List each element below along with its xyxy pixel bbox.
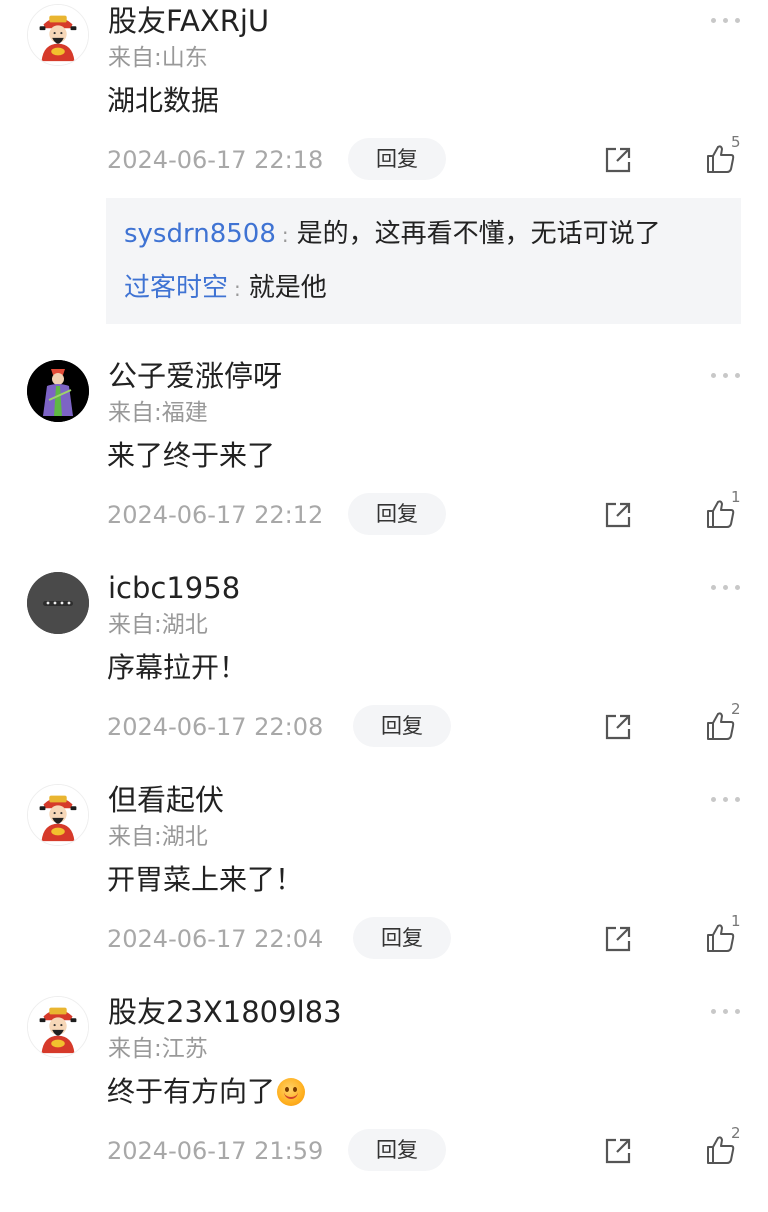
like-count: 2 [731,700,741,718]
more-options-icon[interactable] [711,796,741,804]
comment-text: 序幕拉开！ [107,651,248,684]
comment-time: 2024-06-17 21:59 [107,1137,324,1165]
more-options-icon[interactable] [711,1008,741,1016]
share-icon[interactable] [603,145,633,175]
character-avatar-icon[interactable] [27,360,89,422]
sub-reply-text: 是的，这再看不懂，无话可说了 [296,219,661,249]
like-count: 5 [731,133,741,151]
share-icon[interactable] [603,712,633,742]
comment-text: 来了终于来了 [107,439,276,472]
sub-reply: sysdrn8508: 是的，这再看不懂，无话可说了 [124,217,661,252]
sub-reply-user[interactable]: 过客时空 [124,273,228,303]
comment-item: 公子爱涨停呀 来自:福建 来了终于来了 2024-06-17 22:12 回复 … [0,355,768,555]
grey-face-avatar-icon[interactable] [27,572,89,634]
comment-location: 来自:湖北 [108,824,208,850]
sub-reply: 过客时空: 就是他 [124,271,327,306]
more-options-icon[interactable] [711,372,741,380]
share-icon[interactable] [603,500,633,530]
comment-location: 来自:山东 [108,45,208,71]
comment-item: icbc1958 来自:湖北 序幕拉开！ 2024-06-17 22:08 回复… [0,567,768,767]
sub-reply-separator: : [234,277,241,301]
sub-reply-user[interactable]: sysdrn8508 [124,219,276,249]
comment-item: 股友23X1809l83 来自:江苏 终于有方向了 2024-06-17 21:… [0,991,768,1191]
comment-text: 终于有方向了 [107,1074,306,1110]
share-icon[interactable] [603,924,633,954]
comment-item: 股友FAXRjU 来自:山东 湖北数据 2024-06-17 22:18 回复 … [0,0,768,340]
comment-item: 但看起伏 来自:湖北 开胃菜上来了！ 2024-06-17 22:04 回复 1 [0,779,768,979]
more-options-icon[interactable] [711,584,741,592]
comment-location: 来自:湖北 [108,612,208,638]
share-icon[interactable] [603,1136,633,1166]
god-of-wealth-avatar-icon[interactable] [27,996,89,1058]
like-count: 1 [731,912,741,930]
comment-author[interactable]: 但看起伏 [108,782,224,818]
god-of-wealth-avatar-icon[interactable] [27,4,89,66]
comment-author[interactable]: 公子爱涨停呀 [108,358,282,394]
comment-text-body: 终于有方向了 [107,1075,276,1108]
reply-button[interactable]: 回复 [348,1129,446,1171]
comment-location: 来自:福建 [108,400,208,426]
comment-text: 开胃菜上来了！ [107,863,304,896]
comment-time: 2024-06-17 22:18 [107,146,324,174]
god-of-wealth-avatar-icon[interactable] [27,784,89,846]
comment-author[interactable]: 股友FAXRjU [108,3,269,39]
smile-emoji-icon [277,1078,306,1106]
like-count: 1 [731,488,741,506]
comment-time: 2024-06-17 22:12 [107,501,324,529]
comment-author[interactable]: 股友23X1809l83 [108,994,342,1030]
sub-replies-box[interactable]: sysdrn8508: 是的，这再看不懂，无话可说了 过客时空: 就是他 [106,198,741,324]
reply-button[interactable]: 回复 [353,917,451,959]
comment-text: 湖北数据 [107,84,220,117]
comment-location: 来自:江苏 [108,1036,208,1062]
more-options-icon[interactable] [711,17,741,25]
reply-button[interactable]: 回复 [348,138,446,180]
like-count: 2 [731,1124,741,1142]
comment-time: 2024-06-17 22:08 [107,713,324,741]
comment-time: 2024-06-17 22:04 [107,925,324,953]
sub-reply-text: 就是他 [248,273,327,303]
reply-button[interactable]: 回复 [348,493,446,535]
reply-button[interactable]: 回复 [353,705,451,747]
sub-reply-separator: : [281,223,289,247]
comment-author[interactable]: icbc1958 [108,570,240,606]
